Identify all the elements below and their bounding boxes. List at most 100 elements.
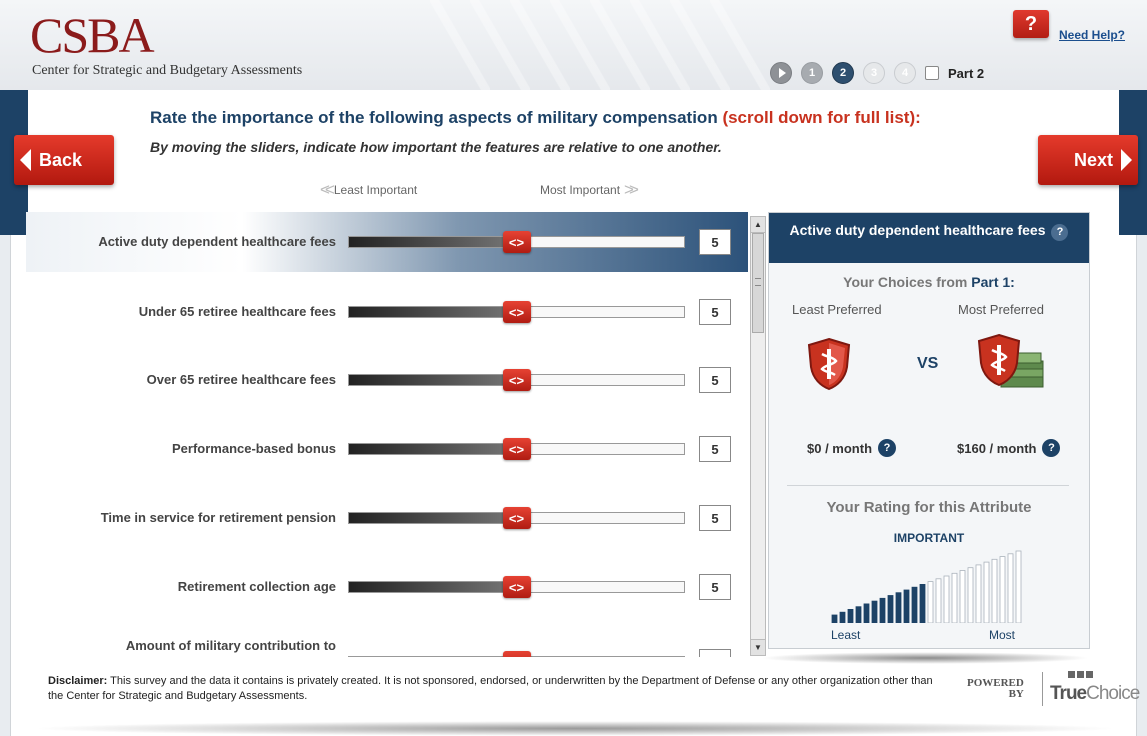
slider-row[interactable]: Active duty dependent healthcare fees <>… — [26, 212, 748, 272]
scroll-up-icon[interactable]: ▲ — [751, 217, 765, 233]
choices-prefix: Your Choices from — [843, 274, 968, 290]
divider — [787, 485, 1069, 486]
slider-row[interactable]: Amount of military contribution to <> 5 — [26, 632, 748, 657]
rating-bar — [847, 609, 854, 623]
help-circle-icon[interactable]: ? — [878, 439, 897, 457]
scrollbar-thumb[interactable] — [752, 233, 764, 333]
most-price: $160 / month ? — [957, 439, 1061, 457]
rating-bar — [895, 592, 902, 623]
scale-most-label: Most Important — [540, 183, 621, 197]
disclaimer-text: This survey and the data it contains is … — [48, 675, 933, 702]
list-scrollbar[interactable]: ▲ ▼ — [750, 216, 766, 656]
need-help-link[interactable]: Need Help? — [1059, 28, 1125, 42]
slider-row[interactable]: Over 65 retiree healthcare fees <> 5 — [26, 350, 748, 410]
vs-label: VS — [917, 355, 939, 372]
panel-title-text: Active duty dependent healthcare fees — [789, 222, 1046, 238]
slider-thumb[interactable]: <> — [502, 651, 531, 657]
slider-value[interactable]: 5 — [699, 299, 731, 325]
back-button[interactable]: Back — [14, 135, 114, 185]
rating-bar — [903, 589, 910, 623]
step-4: 4 — [894, 62, 916, 84]
arrow-left-icon — [20, 149, 31, 171]
step-1[interactable]: 1 — [801, 62, 823, 84]
slider-value[interactable]: 5 — [699, 436, 731, 462]
play-icon[interactable] — [770, 62, 792, 84]
medical-shield-icon — [807, 337, 851, 391]
slider-row[interactable]: Time in service for retirement pension <… — [26, 488, 748, 548]
most-price-text: $160 / month — [957, 440, 1037, 456]
slider-label: Active duty dependent healthcare fees — [98, 234, 336, 249]
rating-scale-most: Most — [989, 628, 1016, 642]
rating-bar — [999, 556, 1006, 623]
help-icon[interactable]: ? — [1013, 10, 1049, 38]
double-chevron-left-icon: << — [320, 180, 335, 199]
app-frame: CSBA Center for Strategic and Budgetary … — [0, 0, 1147, 736]
back-label: Back — [39, 149, 83, 170]
truechoice-logo: TrueChoice — [1050, 683, 1140, 705]
slider-value[interactable]: 5 — [699, 505, 731, 531]
rating-scale-least: Least — [831, 628, 861, 642]
medical-shield-money-icon — [977, 333, 1044, 388]
rating-bar — [919, 584, 926, 623]
slider-thumb[interactable]: <> — [502, 369, 531, 391]
panel-shadow — [760, 652, 1090, 664]
page-heading: Rate the importance of the following asp… — [150, 108, 921, 128]
rating-bar — [951, 572, 958, 623]
least-price: $0 / month ? — [807, 439, 897, 457]
heading-text: Rate the importance of the following asp… — [150, 108, 718, 127]
left-border — [0, 235, 11, 736]
slider-thumb[interactable]: <> — [502, 576, 531, 598]
slider-value[interactable]: 5 — [699, 574, 731, 600]
by-label: BY — [1008, 688, 1024, 700]
scale-least-label: Least Important — [333, 183, 418, 197]
least-price-text: $0 / month — [807, 440, 873, 456]
slider-thumb[interactable]: <> — [502, 301, 531, 323]
slider-list: Active duty dependent healthcare fees <>… — [26, 212, 748, 657]
heading-note: (scroll down for full list): — [722, 108, 921, 127]
scale-most: Most Important >> — [540, 180, 639, 200]
help-circle-icon[interactable]: ? — [1042, 439, 1061, 457]
panel-title: Active duty dependent healthcare fees? — [769, 213, 1089, 263]
rating-bar — [871, 600, 878, 623]
slider-value[interactable]: 5 — [699, 649, 731, 657]
most-preferred-label: Most Preferred — [958, 302, 1044, 317]
step-2[interactable]: 2 — [832, 62, 854, 84]
slider-value[interactable]: 5 — [699, 367, 731, 393]
rating-bar — [935, 578, 942, 623]
arrow-right-icon — [1121, 149, 1132, 171]
rating-title: Your Rating for this Attribute — [826, 499, 1032, 516]
rating-bar — [991, 558, 998, 623]
slider-row[interactable]: Under 65 retiree healthcare fees <> 5 — [26, 282, 748, 342]
info-icon[interactable]: ? — [1051, 224, 1069, 241]
slider-label: Over 65 retiree healthcare fees — [146, 372, 336, 387]
rating-bar — [967, 567, 974, 623]
step-3: 3 — [863, 62, 885, 84]
rating-bar — [831, 614, 838, 623]
bottom-shadow — [30, 721, 1120, 736]
disclaimer: Disclaimer: This survey and the data it … — [48, 674, 948, 704]
choices-title: Your Choices from Part 1: — [769, 274, 1089, 290]
scale-least: << Least Important — [320, 180, 417, 200]
slider-label: Performance-based bonus — [172, 441, 336, 456]
slider-label: Under 65 retiree healthcare fees — [138, 304, 336, 319]
slider-thumb[interactable]: <> — [502, 507, 531, 529]
rating-bar — [1007, 553, 1014, 623]
slider-label: Retirement collection age — [177, 579, 336, 594]
rating-bars — [831, 550, 1022, 623]
slider-row[interactable]: Performance-based bonus <> 5 — [26, 419, 748, 479]
part2-checkbox-icon — [925, 66, 939, 80]
brand-light: Choice — [1086, 683, 1140, 704]
slider-row[interactable]: Retirement collection age <> 5 — [26, 557, 748, 617]
progress-steps: 1 2 3 4 Part 2 — [770, 62, 984, 84]
rating-bar — [911, 586, 918, 623]
slider-value[interactable]: 5 — [699, 229, 731, 255]
choices-part: Part 1: — [971, 274, 1015, 290]
rating-bar — [943, 575, 950, 623]
rating-bar — [839, 611, 846, 623]
slider-thumb[interactable]: <> — [502, 231, 531, 253]
slider-thumb[interactable]: <> — [502, 438, 531, 460]
rating-bar — [1015, 550, 1022, 623]
next-button[interactable]: Next — [1038, 135, 1138, 185]
rating-bar — [975, 564, 982, 623]
rating-bar — [959, 570, 966, 623]
